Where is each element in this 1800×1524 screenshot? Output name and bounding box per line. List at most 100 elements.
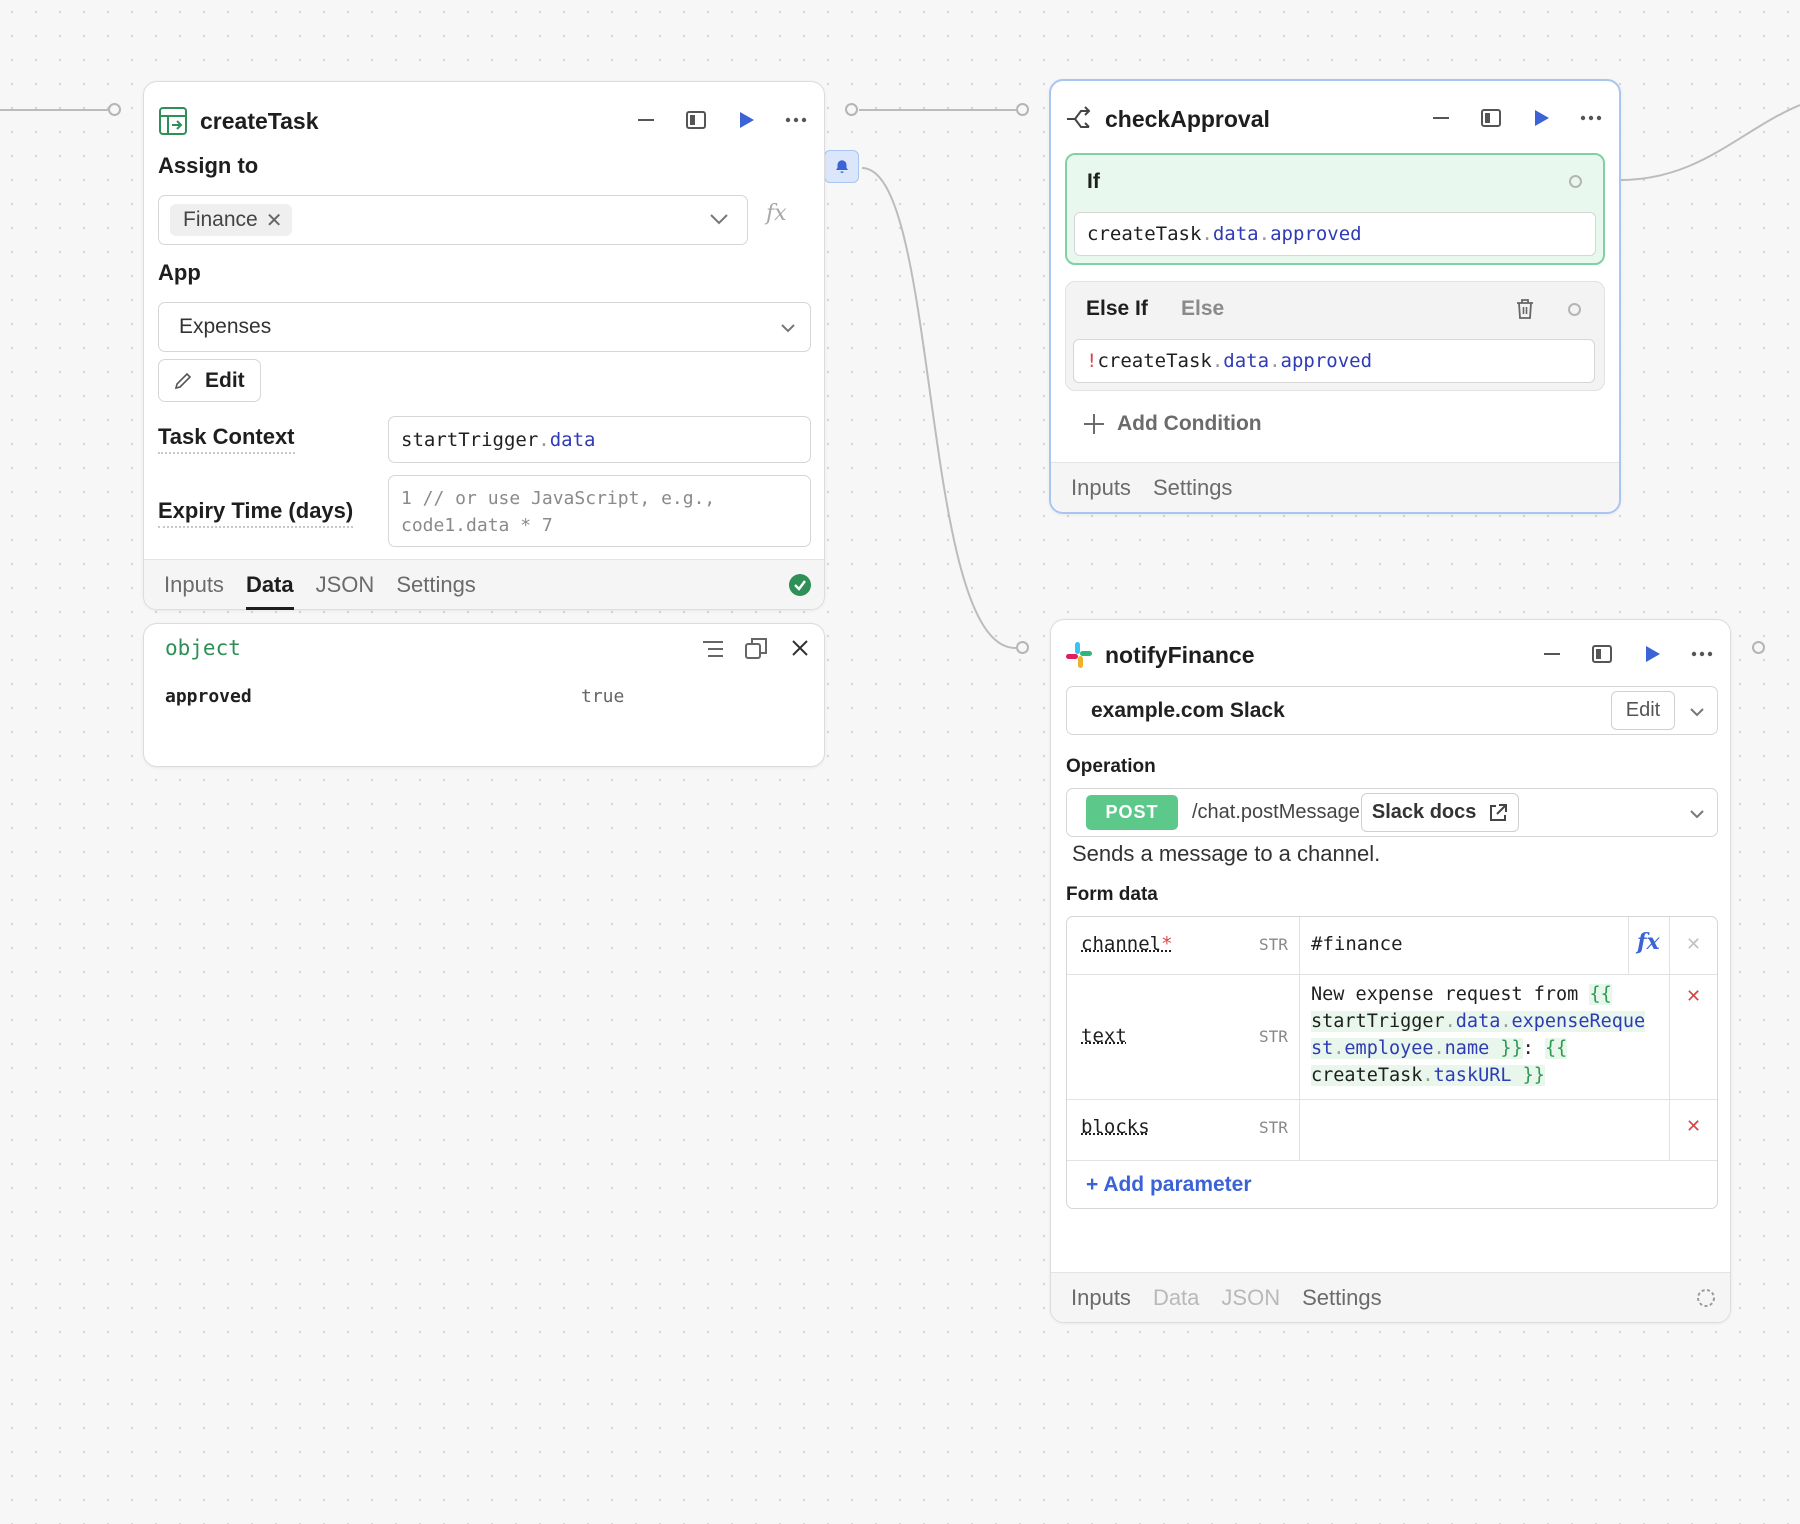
- chevron-down-icon: [781, 324, 795, 333]
- panel-icon: [1592, 645, 1612, 663]
- if-condition[interactable]: If createTask. data. approved: [1065, 153, 1605, 265]
- toggle-panel-button[interactable]: [682, 106, 710, 134]
- minus-icon: [1433, 117, 1449, 119]
- param-type-channel: STR: [1259, 935, 1288, 954]
- create-task-node[interactable]: createTask Assign to Finance ✕ fx App Ex…: [143, 81, 825, 610]
- expr-token: createTask: [1087, 223, 1202, 245]
- notify-finance-input-port[interactable]: [1016, 641, 1029, 654]
- more-horizontal-icon: [1580, 115, 1602, 121]
- minimize-button[interactable]: [1427, 104, 1455, 132]
- assign-to-select[interactable]: Finance ✕: [158, 195, 748, 245]
- tab-inputs[interactable]: Inputs: [1071, 463, 1131, 513]
- add-condition-button[interactable]: Add Condition: [1083, 412, 1262, 436]
- param-value-text-input[interactable]: New expense request from {{ startTrigger…: [1311, 981, 1666, 1089]
- text-token: createTask: [1311, 1065, 1423, 1086]
- panel-icon: [686, 111, 706, 129]
- check-approval-node[interactable]: checkApproval If createTask. data. approve…: [1049, 79, 1621, 514]
- copy-icon[interactable]: [745, 637, 767, 659]
- if-expression-input[interactable]: createTask. data. approved: [1074, 212, 1596, 256]
- play-icon: [1535, 110, 1549, 126]
- fx-toggle-button[interactable]: fx: [1637, 929, 1660, 955]
- method-badge: POST: [1086, 795, 1178, 830]
- list-view-icon[interactable]: [702, 639, 724, 659]
- expr-token: createTask: [1097, 350, 1212, 372]
- else-if-output-port[interactable]: [1568, 303, 1581, 316]
- task-notification-handle[interactable]: [824, 150, 859, 183]
- text-token: :: [1522, 1038, 1545, 1059]
- expiry-time-input[interactable]: 1 // or use JavaScript, e.g., code1.data…: [388, 475, 811, 547]
- trash-icon[interactable]: [1516, 298, 1534, 320]
- more-options-button[interactable]: [1577, 104, 1605, 132]
- resource-select[interactable]: example.com Slack Edit: [1066, 686, 1718, 735]
- text-token: employee: [1344, 1038, 1434, 1059]
- text-token: st: [1311, 1038, 1334, 1059]
- app-select[interactable]: Expenses: [158, 302, 811, 352]
- chevron-down-icon: [710, 214, 728, 225]
- tab-inputs[interactable]: Inputs: [1071, 1273, 1131, 1323]
- else-label[interactable]: Else: [1181, 297, 1224, 321]
- remove-param-blocks-icon[interactable]: ✕: [1686, 1116, 1701, 1137]
- slack-icon: [1066, 642, 1092, 668]
- toggle-panel-button[interactable]: [1477, 104, 1505, 132]
- slack-docs-link[interactable]: Slack docs: [1360, 793, 1520, 832]
- notify-finance-node[interactable]: notifyFinance example.com Slack Edit Ope…: [1050, 619, 1731, 1323]
- notify-finance-output-port[interactable]: [1752, 641, 1765, 654]
- remove-param-text-icon[interactable]: ✕: [1686, 986, 1701, 1007]
- play-icon: [1646, 646, 1660, 662]
- tab-data[interactable]: Data: [1153, 1273, 1199, 1323]
- tab-json[interactable]: JSON: [1221, 1273, 1280, 1323]
- success-check-icon: [789, 574, 811, 596]
- task-context-obj: startTrigger: [401, 428, 539, 451]
- expr-token: .: [1269, 350, 1281, 372]
- notify-finance-actions: [1538, 640, 1716, 668]
- param-value-blocks-input[interactable]: [1311, 1109, 1661, 1149]
- edit-resource-button[interactable]: Edit: [1611, 691, 1675, 730]
- output-data-panel: object approved true: [143, 623, 825, 767]
- text-token: data: [1455, 1011, 1501, 1032]
- tab-settings[interactable]: Settings: [1302, 1273, 1382, 1323]
- external-link-icon: [1490, 803, 1508, 821]
- toggle-panel-button[interactable]: [1588, 640, 1616, 668]
- else-if-expression-input[interactable]: ! createTask. data. approved: [1073, 339, 1595, 383]
- assignee-tag: Finance ✕: [170, 204, 293, 236]
- edit-app-button[interactable]: Edit: [158, 359, 261, 402]
- tab-data[interactable]: Data: [245, 560, 294, 610]
- run-button[interactable]: [1638, 640, 1666, 668]
- task-context-input[interactable]: startTrigger. data: [388, 416, 811, 463]
- param-value-channel-input[interactable]: #finance: [1311, 933, 1403, 955]
- remove-param-channel-icon[interactable]: ✕: [1686, 934, 1701, 955]
- operation-select[interactable]: POST /chat.postMessage Slack docs: [1066, 788, 1718, 837]
- create-task-output-port[interactable]: [845, 103, 858, 116]
- text-token: startTrigger: [1311, 1011, 1445, 1032]
- tab-settings[interactable]: Settings: [396, 560, 476, 610]
- text-token: {{: [1544, 1038, 1568, 1059]
- text-token: .: [1500, 1011, 1512, 1032]
- else-if-label[interactable]: Else If: [1086, 297, 1148, 321]
- more-options-button[interactable]: [782, 106, 810, 134]
- run-button[interactable]: [1527, 104, 1555, 132]
- text-token: {{: [1589, 984, 1612, 1005]
- data-key-approved: approved: [165, 686, 252, 707]
- tab-settings[interactable]: Settings: [1153, 463, 1233, 513]
- create-task-input-port[interactable]: [108, 103, 121, 116]
- task-icon: [159, 107, 187, 135]
- if-output-port[interactable]: [1569, 175, 1582, 188]
- check-approval-input-port[interactable]: [1016, 103, 1029, 116]
- tab-inputs[interactable]: Inputs: [164, 560, 224, 610]
- panel-icon: [1481, 109, 1501, 127]
- expr-token: data: [1212, 223, 1259, 245]
- minimize-button[interactable]: [632, 106, 660, 134]
- remove-tag-icon[interactable]: ✕: [266, 208, 283, 233]
- fx-toggle-button[interactable]: fx: [766, 201, 787, 226]
- run-button[interactable]: [732, 106, 760, 134]
- more-options-button[interactable]: [1688, 640, 1716, 668]
- else-if-condition[interactable]: Else If Else ! createTask. data. approved: [1065, 281, 1605, 391]
- add-parameter-button[interactable]: + Add parameter: [1086, 1173, 1252, 1197]
- tab-json[interactable]: JSON: [316, 560, 375, 610]
- close-icon[interactable]: [791, 639, 809, 657]
- text-token: }}: [1511, 1065, 1545, 1086]
- chevron-down-icon: [1690, 810, 1704, 819]
- node-title: checkApproval: [1105, 105, 1270, 132]
- node-title: notifyFinance: [1105, 641, 1255, 668]
- minimize-button[interactable]: [1538, 640, 1566, 668]
